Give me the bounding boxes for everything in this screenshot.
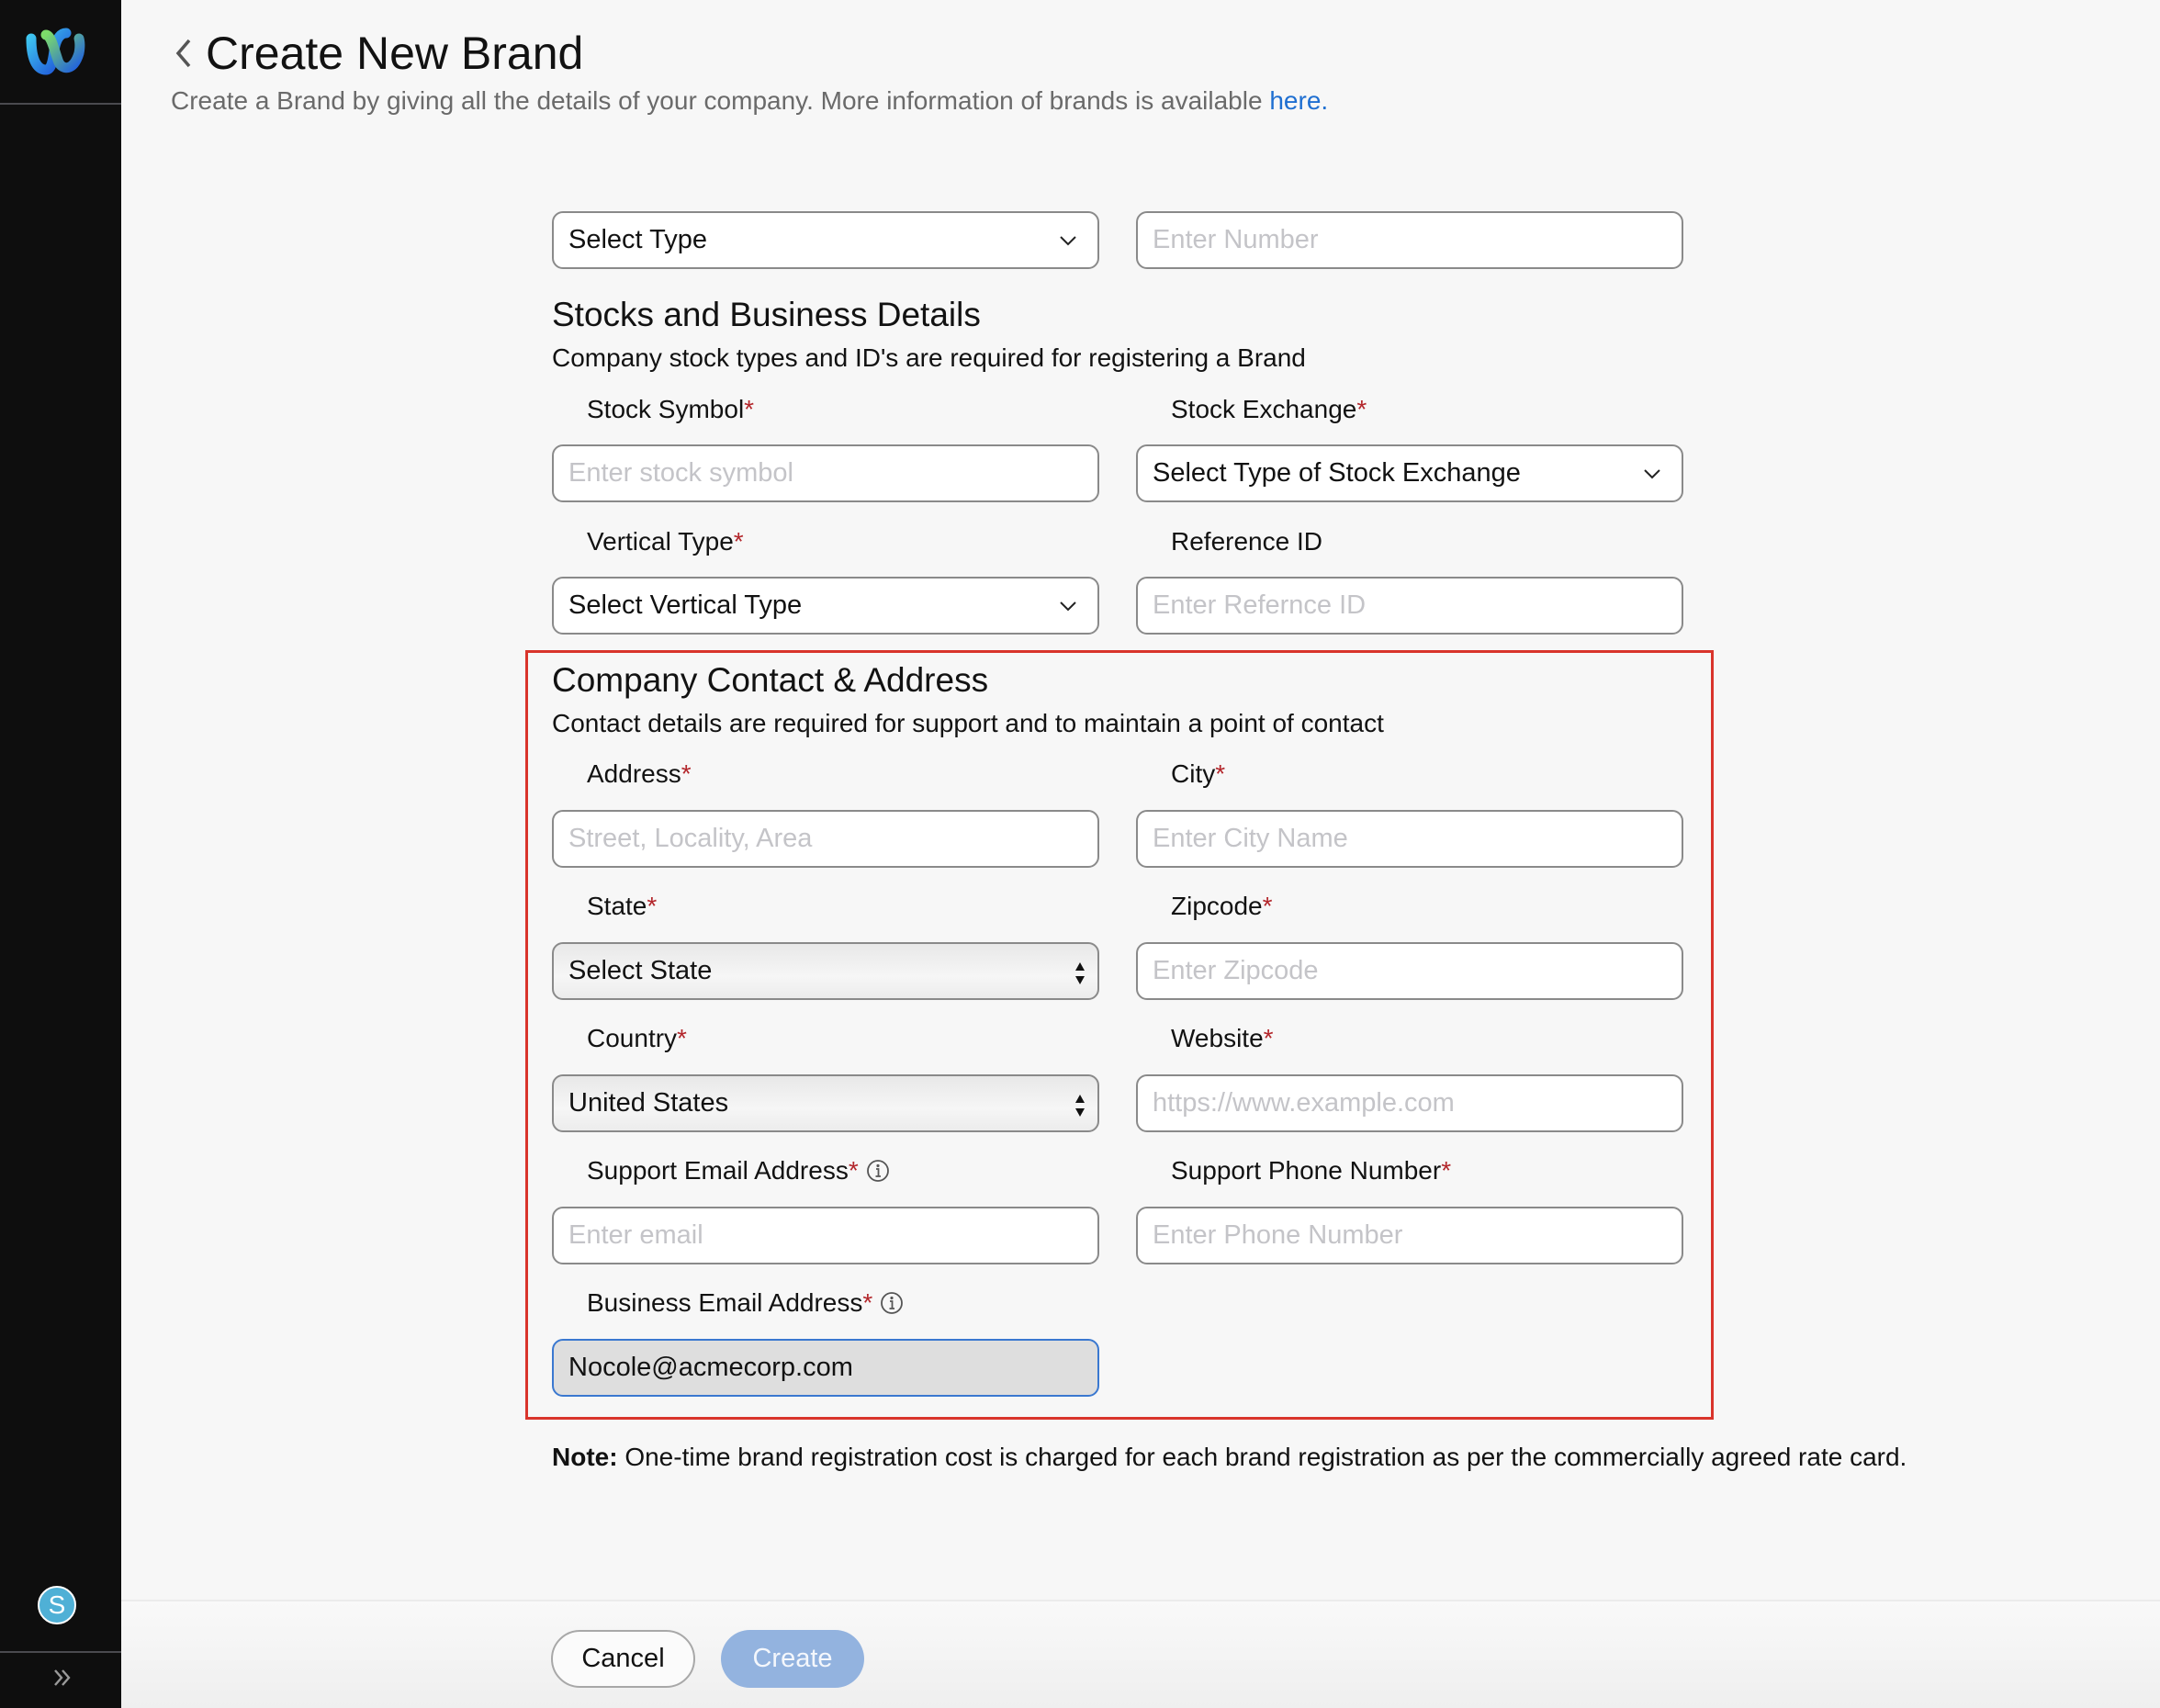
required-asterisk: * xyxy=(647,892,658,920)
stocks-section-title: Stocks and Business Details xyxy=(552,296,981,333)
label-text: Support Phone Number xyxy=(1171,1156,1442,1185)
support-email-placeholder: Enter email xyxy=(568,1220,703,1250)
label-text: Business Email Address xyxy=(587,1288,863,1317)
city-label: City* xyxy=(1171,758,1225,790)
number-placeholder: Enter Number xyxy=(1153,225,1319,254)
required-asterisk: * xyxy=(1441,1156,1452,1185)
more-info-link[interactable]: here. xyxy=(1269,86,1328,115)
state-label: State* xyxy=(587,891,657,922)
subtitle-text: Create a Brand by giving all the details… xyxy=(171,86,1270,115)
required-asterisk: * xyxy=(681,759,692,788)
support-phone-placeholder: Enter Phone Number xyxy=(1153,1220,1403,1250)
stock-symbol-placeholder: Enter stock symbol xyxy=(568,458,793,488)
user-avatar[interactable]: S xyxy=(38,1586,76,1624)
address-label: Address* xyxy=(587,758,692,790)
footer-bar xyxy=(121,1600,2160,1708)
required-asterisk: * xyxy=(1263,1024,1274,1052)
sidebar-divider xyxy=(0,103,121,105)
vertical-type-select[interactable]: Select Vertical Type xyxy=(552,577,1099,635)
label-text: Website xyxy=(1171,1024,1264,1052)
address-placeholder: Street, Locality, Area xyxy=(568,824,813,853)
up-down-arrows-icon xyxy=(1074,961,1086,986)
business-email-value: Nocole@acmecorp.com xyxy=(568,1353,853,1382)
create-button[interactable]: Create xyxy=(721,1630,864,1688)
contact-section-description: Contact details are required for support… xyxy=(552,709,1384,737)
stocks-section-description: Company stock types and ID's are require… xyxy=(552,343,1306,372)
type-select-value: Select Type xyxy=(568,225,708,254)
label-text: City xyxy=(1171,759,1216,788)
label-text: Zipcode xyxy=(1171,892,1263,920)
zipcode-label: Zipcode* xyxy=(1171,891,1273,922)
label-text: Country xyxy=(587,1024,678,1052)
registration-cost-note: Note: One-time brand registration cost i… xyxy=(552,1442,1907,1473)
info-icon[interactable] xyxy=(866,1159,890,1183)
zipcode-input[interactable]: Enter Zipcode xyxy=(1136,942,1683,1000)
city-input[interactable]: Enter City Name xyxy=(1136,810,1683,868)
note-text: One-time brand registration cost is char… xyxy=(617,1443,1907,1471)
label-text: Stock Symbol xyxy=(587,395,745,423)
chevron-left-icon xyxy=(169,39,197,75)
vertical-type-value: Select Vertical Type xyxy=(568,590,803,620)
label-text: Support Email Address xyxy=(587,1156,849,1185)
page-subtitle: Create a Brand by giving all the details… xyxy=(171,84,1328,118)
state-select[interactable]: Select State xyxy=(552,942,1099,1000)
stock-exchange-label: Stock Exchange* xyxy=(1171,394,1367,425)
type-select[interactable]: Select Type xyxy=(552,211,1099,269)
support-phone-label: Support Phone Number* xyxy=(1171,1155,1451,1186)
address-input[interactable]: Street, Locality, Area xyxy=(552,810,1099,868)
label-text: Stock Exchange xyxy=(1171,395,1357,423)
support-email-label: Support Email Address* xyxy=(587,1155,890,1186)
stock-exchange-value: Select Type of Stock Exchange xyxy=(1153,458,1521,488)
label-text: Vertical Type xyxy=(587,527,734,556)
note-prefix: Note: xyxy=(552,1443,618,1471)
required-asterisk: * xyxy=(744,395,755,423)
business-email-label: Business Email Address* xyxy=(587,1287,904,1319)
website-placeholder: https://www.example.com xyxy=(1153,1088,1455,1118)
support-phone-input[interactable]: Enter Phone Number xyxy=(1136,1207,1683,1264)
sidebar-divider xyxy=(0,1651,121,1653)
stock-symbol-input[interactable]: Enter stock symbol xyxy=(552,444,1099,502)
required-asterisk: * xyxy=(862,1288,873,1317)
required-asterisk: * xyxy=(1356,395,1367,423)
reference-id-input[interactable]: Enter Refernce ID xyxy=(1136,577,1683,635)
label-text: Address xyxy=(587,759,681,788)
cancel-button[interactable]: Cancel xyxy=(551,1630,695,1688)
website-input[interactable]: https://www.example.com xyxy=(1136,1074,1683,1132)
sidebar: S xyxy=(0,0,121,1708)
required-asterisk: * xyxy=(677,1024,687,1052)
country-label: Country* xyxy=(587,1023,687,1054)
up-down-arrows-icon xyxy=(1074,1093,1086,1118)
city-placeholder: Enter City Name xyxy=(1153,824,1348,853)
chevron-down-icon xyxy=(1059,590,1077,612)
chevron-down-icon xyxy=(1059,224,1077,246)
support-email-input[interactable]: Enter email xyxy=(552,1207,1099,1264)
label-text: State xyxy=(587,892,647,920)
business-email-input[interactable]: Nocole@acmecorp.com xyxy=(552,1339,1099,1397)
webex-logo-icon[interactable] xyxy=(26,26,86,75)
back-button[interactable] xyxy=(169,35,197,72)
contact-section-title: Company Contact & Address xyxy=(552,661,989,699)
reference-id-placeholder: Enter Refernce ID xyxy=(1153,590,1367,620)
required-asterisk: * xyxy=(733,527,744,556)
vertical-type-label: Vertical Type* xyxy=(587,526,744,557)
country-value: United States xyxy=(568,1088,729,1118)
zipcode-placeholder: Enter Zipcode xyxy=(1153,956,1319,985)
page-title: Create New Brand xyxy=(206,28,584,79)
required-asterisk: * xyxy=(1262,892,1273,920)
reference-id-label: Reference ID xyxy=(1171,527,1322,556)
chevron-down-icon xyxy=(1643,457,1661,479)
stock-exchange-select[interactable]: Select Type of Stock Exchange xyxy=(1136,444,1683,502)
stock-symbol-label: Stock Symbol* xyxy=(587,394,754,425)
info-icon[interactable] xyxy=(880,1291,904,1315)
required-asterisk: * xyxy=(848,1156,859,1185)
website-label: Website* xyxy=(1171,1023,1274,1054)
double-chevron-right-icon[interactable] xyxy=(50,1664,77,1691)
state-value: Select State xyxy=(568,956,713,985)
required-asterisk: * xyxy=(1215,759,1226,788)
number-input[interactable]: Enter Number xyxy=(1136,211,1683,269)
country-select[interactable]: United States xyxy=(552,1074,1099,1132)
